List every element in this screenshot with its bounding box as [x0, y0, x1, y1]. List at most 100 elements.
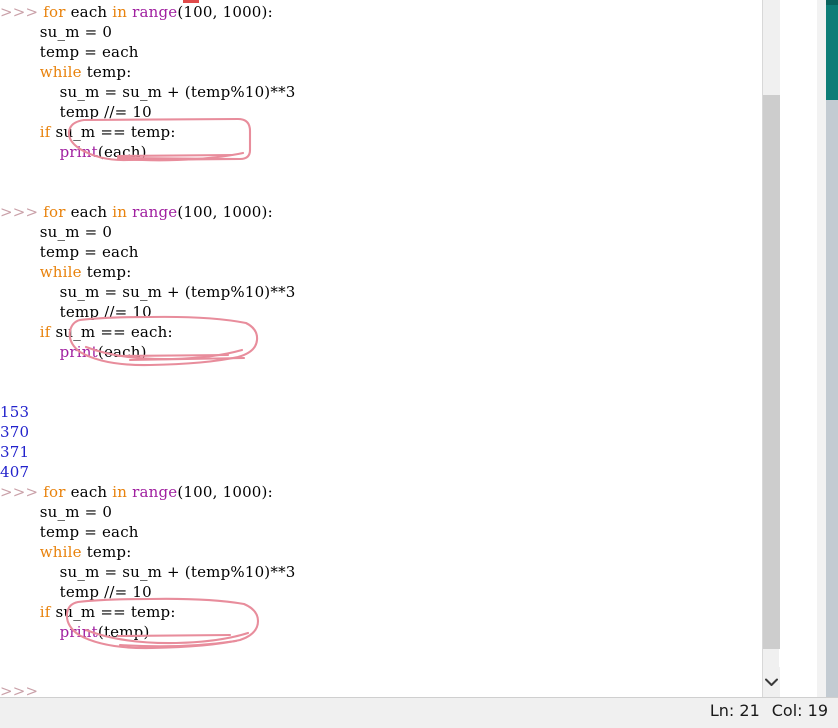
- code-line[interactable]: >>> for each in range(100, 1000):: [0, 482, 273, 502]
- code-token: each: [65, 483, 113, 501]
- code-line[interactable]: if su_m == temp:: [0, 122, 176, 142]
- code-token: while: [39, 63, 82, 81]
- code-line[interactable]: 153: [0, 402, 29, 422]
- code-token: temp = each: [0, 523, 139, 541]
- edge-rail: [817, 0, 826, 697]
- code-token: while: [39, 543, 82, 561]
- code-line[interactable]: su_m = 0: [0, 502, 112, 522]
- code-token: >>>: [0, 682, 39, 697]
- code-token: su_m = su_m + (temp%10)**3: [0, 563, 296, 581]
- status-bar: Ln: 21 Col: 19: [0, 697, 838, 728]
- code-line[interactable]: temp //= 10: [0, 302, 152, 322]
- code-line[interactable]: while temp:: [0, 542, 132, 562]
- scrollbar-down-button[interactable]: [763, 667, 780, 697]
- code-token: 407: [0, 463, 30, 481]
- code-token: print: [59, 623, 98, 641]
- code-token: su_m = su_m + (temp%10)**3: [0, 283, 296, 301]
- code-line[interactable]: temp //= 10: [0, 582, 152, 602]
- code-token: 370: [0, 423, 30, 441]
- code-text-layer[interactable]: >>> for each in range(100, 1000): su_m =…: [0, 0, 800, 697]
- code-token: in: [112, 483, 128, 501]
- window-right-edge-strip: [817, 0, 838, 697]
- code-line[interactable]: print(each): [0, 342, 147, 362]
- code-token: su_m == temp:: [50, 603, 176, 621]
- code-token: >>>: [0, 3, 39, 21]
- code-token: temp = each: [0, 243, 139, 261]
- code-token: (each): [97, 143, 147, 161]
- code-token: 371: [0, 443, 30, 461]
- scrollbar-thumb[interactable]: [763, 95, 780, 649]
- chevron-down-icon: [765, 678, 778, 687]
- status-col-indicator: Col: 19: [771, 701, 828, 720]
- code-line[interactable]: su_m = 0: [0, 22, 112, 42]
- code-line[interactable]: print(each): [0, 142, 147, 162]
- code-token: (100, 1000):: [177, 3, 273, 21]
- scrollbar-track-upper[interactable]: [763, 0, 780, 95]
- code-token: in: [112, 203, 128, 221]
- code-line[interactable]: >>>: [0, 681, 38, 697]
- code-token: range: [132, 483, 178, 501]
- code-token: temp //= 10: [0, 303, 152, 321]
- code-token: temp //= 10: [0, 103, 152, 121]
- code-token: if: [39, 123, 51, 141]
- code-line[interactable]: su_m = 0: [0, 222, 112, 242]
- edge-rail-lower: [826, 100, 838, 697]
- code-token: each: [65, 203, 113, 221]
- code-line[interactable]: temp = each: [0, 522, 139, 542]
- code-token: range: [132, 3, 178, 21]
- code-line[interactable]: if su_m == temp:: [0, 602, 176, 622]
- code-token: su_m = su_m + (temp%10)**3: [0, 83, 296, 101]
- status-bar-right-group: Ln: 21 Col: 19: [710, 701, 828, 720]
- code-token: (100, 1000):: [177, 203, 273, 221]
- code-token: (each): [97, 343, 147, 361]
- code-token: su_m = 0: [0, 23, 113, 41]
- code-line[interactable]: >>> for each in range(100, 1000):: [0, 202, 273, 222]
- code-token: print: [59, 143, 98, 161]
- code-token: print: [59, 343, 98, 361]
- code-token: if: [39, 323, 51, 341]
- code-line[interactable]: 371: [0, 442, 29, 462]
- code-token: su_m = 0: [0, 503, 113, 521]
- code-token: 153: [0, 403, 30, 421]
- code-token: if: [39, 603, 51, 621]
- code-token: temp //= 10: [0, 583, 152, 601]
- code-line[interactable]: while temp:: [0, 262, 132, 282]
- code-token: temp:: [81, 63, 132, 81]
- shell-transcript-area[interactable]: >>> for each in range(100, 1000): su_m =…: [0, 0, 800, 697]
- status-line-indicator: Ln: 21: [709, 701, 760, 720]
- code-token: for: [43, 3, 66, 21]
- code-line[interactable]: while temp:: [0, 62, 132, 82]
- code-token: for: [43, 203, 66, 221]
- code-line[interactable]: 407: [0, 462, 29, 482]
- code-token: su_m == each:: [50, 323, 173, 341]
- code-token: temp:: [81, 543, 132, 561]
- code-line[interactable]: if su_m == each:: [0, 322, 173, 342]
- code-token: in: [112, 3, 128, 21]
- code-line[interactable]: su_m = su_m + (temp%10)**3: [0, 562, 296, 582]
- vertical-scrollbar[interactable]: [762, 0, 780, 697]
- code-token: su_m = 0: [0, 223, 113, 241]
- code-line[interactable]: su_m = su_m + (temp%10)**3: [0, 82, 296, 102]
- code-token: temp = each: [0, 43, 139, 61]
- code-line[interactable]: su_m = su_m + (temp%10)**3: [0, 282, 296, 302]
- code-line[interactable]: 370: [0, 422, 29, 442]
- code-token: (100, 1000):: [177, 483, 273, 501]
- code-token: range: [132, 203, 178, 221]
- code-line[interactable]: temp = each: [0, 42, 139, 62]
- code-token: >>>: [0, 483, 39, 501]
- code-line[interactable]: temp = each: [0, 242, 139, 262]
- code-token: for: [43, 483, 66, 501]
- code-token: (temp): [97, 623, 150, 641]
- edge-accent-cap: [826, 0, 838, 5]
- edge-accent-teal: [826, 0, 838, 100]
- code-line[interactable]: temp //= 10: [0, 102, 152, 122]
- code-line[interactable]: >>> for each in range(100, 1000):: [0, 2, 273, 22]
- code-line[interactable]: print(temp): [0, 622, 150, 642]
